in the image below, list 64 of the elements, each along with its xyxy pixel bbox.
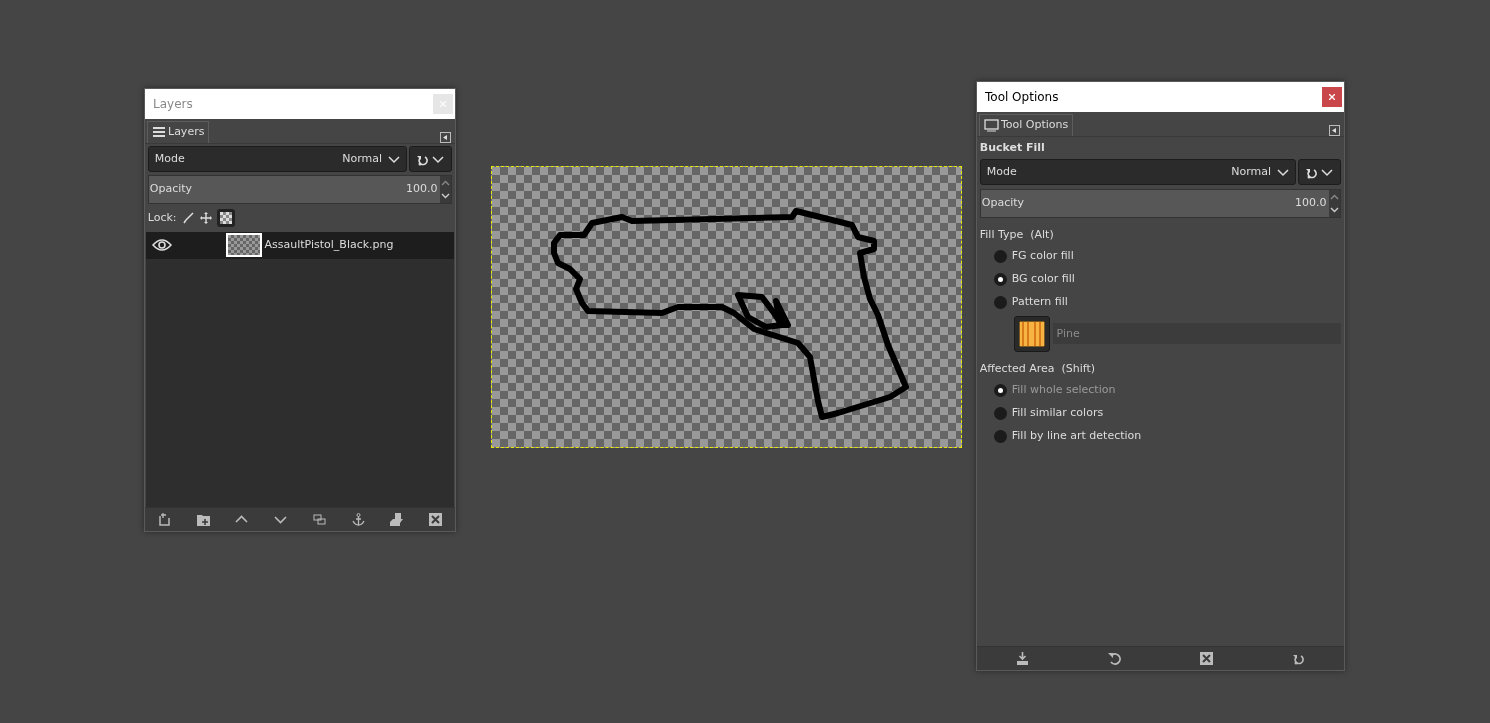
- download-icon: [1016, 652, 1030, 665]
- opacity-spinner[interactable]: Opacity 100.0: [147, 175, 453, 204]
- image-canvas[interactable]: [491, 166, 962, 448]
- mode-dropdown[interactable]: Mode Normal: [147, 146, 407, 173]
- panel-tab[interactable]: Tool Options: [979, 114, 1074, 136]
- panel-menu-icon[interactable]: [1329, 124, 1340, 136]
- layers-icon: [152, 126, 166, 139]
- tool-name: Bucket Fill: [979, 139, 1046, 156]
- pattern-swatch[interactable]: [1013, 315, 1050, 352]
- down-arrow-button[interactable]: [274, 513, 288, 526]
- radio-button[interactable]: [993, 406, 1007, 420]
- opacity-spinner[interactable]: Opacity 100.0: [979, 189, 1342, 218]
- radio-label[interactable]: Pattern fill: [1011, 294, 1068, 311]
- radio-label[interactable]: FG color fill: [1011, 248, 1074, 265]
- mode-dropdown[interactable]: Mode Normal: [979, 159, 1296, 185]
- duplicate-button[interactable]: [312, 513, 326, 526]
- caret-icon: [1276, 166, 1289, 178]
- duplicate-icon: [312, 513, 326, 526]
- radio-button[interactable]: [993, 429, 1007, 443]
- delete-icon: [429, 513, 443, 526]
- section-heading: Affected Area (Shift): [979, 360, 1097, 377]
- close-icon: [1329, 94, 1335, 100]
- layer-name: AssaultPistol_Black.png: [264, 236, 394, 253]
- brush-icon[interactable]: [182, 211, 195, 224]
- delete-button[interactable]: [1199, 652, 1213, 665]
- delete-icon: [1199, 652, 1213, 665]
- window-title: Tool Options: [985, 89, 1059, 106]
- radio-label[interactable]: Fill by line art detection: [1011, 427, 1142, 445]
- reset-button[interactable]: [1298, 159, 1342, 185]
- layer-row[interactable]: AssaultPistol_Black.png: [145, 231, 455, 259]
- eye-icon[interactable]: [151, 238, 172, 252]
- radio-button[interactable]: [993, 296, 1007, 309]
- reset-button[interactable]: [1291, 652, 1305, 665]
- window-title: Layers: [153, 96, 193, 113]
- new-layer-button[interactable]: [157, 513, 171, 526]
- anchor-button[interactable]: [351, 513, 365, 526]
- download-button[interactable]: [1016, 652, 1030, 665]
- undo-icon: [1108, 652, 1122, 665]
- close-button[interactable]: [1322, 87, 1342, 107]
- lock-alpha-button[interactable]: [217, 208, 236, 227]
- caret-icon: [1321, 166, 1334, 178]
- panel-tab[interactable]: Layers: [147, 121, 210, 143]
- reset-icon: [1291, 652, 1305, 665]
- new-folder-button[interactable]: [196, 513, 210, 526]
- caret-icon: [432, 153, 445, 165]
- delete-button[interactable]: [429, 513, 443, 526]
- monitor-icon: [984, 118, 999, 132]
- radio-label[interactable]: Fill similar colors: [1011, 404, 1104, 422]
- panel-menu-icon[interactable]: [440, 131, 451, 143]
- radio-button[interactable]: [993, 273, 1007, 286]
- checkerboard-icon: [220, 211, 233, 224]
- new-folder-icon: [196, 513, 210, 526]
- anchor-icon: [351, 513, 365, 526]
- undo-button[interactable]: [1108, 652, 1122, 665]
- move-icon[interactable]: [199, 211, 212, 224]
- radio-label[interactable]: BG color fill: [1011, 271, 1075, 288]
- wood-pattern-icon: [1018, 320, 1045, 347]
- layer-thumbnail: [225, 233, 262, 257]
- radio-button[interactable]: [993, 250, 1007, 263]
- reset-button[interactable]: [409, 146, 453, 173]
- section-heading: Fill Type (Alt): [979, 227, 1055, 243]
- caret-icon: [387, 153, 400, 165]
- lock-label: Lock:: [147, 209, 177, 226]
- new-layer-icon: [157, 513, 171, 526]
